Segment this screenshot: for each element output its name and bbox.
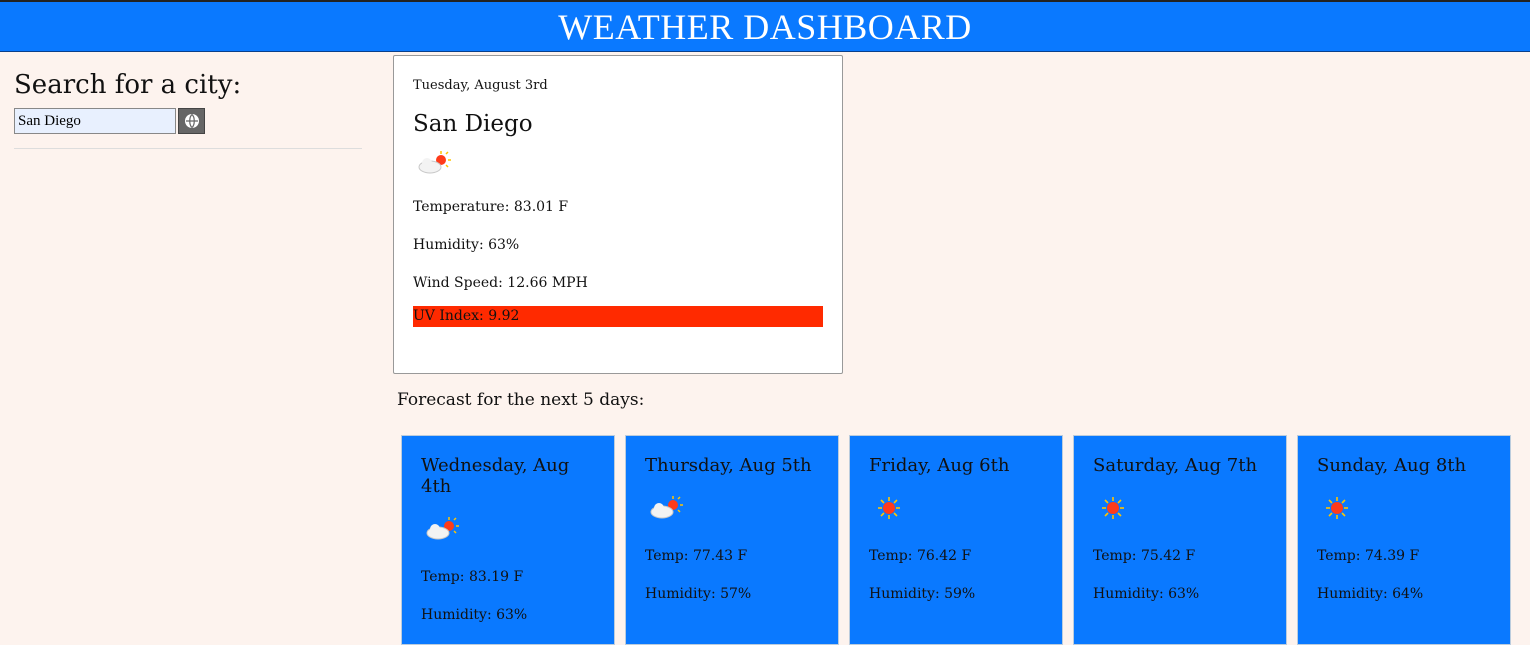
forecast-humidity: Humidity: 64%: [1317, 586, 1424, 602]
forecast-temp: Temp: 77.43 F: [645, 548, 748, 564]
current-city: San Diego: [413, 111, 533, 137]
forecast-day: Sunday, Aug 8th: [1317, 455, 1467, 476]
current-humidity: Humidity: 63%: [413, 237, 520, 253]
forecast-card: Thursday, Aug 5th Temp: 77.43 F Humidity…: [625, 435, 839, 645]
globe-icon: [184, 114, 199, 128]
current-weather-card: Tuesday, August 3rd San Diego Temperatur…: [393, 55, 843, 374]
forecast-humidity: Humidity: 59%: [869, 586, 976, 602]
forecast-humidity: Humidity: 57%: [645, 586, 752, 602]
forecast-temp: Temp: 74.39 F: [1317, 548, 1420, 564]
forecast-temp: Temp: 83.19 F: [421, 569, 524, 585]
forecast-card: Friday, Aug 6th Temp: 76.42 F Humidity: …: [849, 435, 1063, 645]
search-label: Search for a city:: [14, 70, 242, 100]
forecast-title: Forecast for the next 5 days:: [397, 390, 645, 410]
forecast-humidity: Humidity: 63%: [1093, 586, 1200, 602]
search-button[interactable]: [178, 108, 205, 134]
forecast-card: Wednesday, Aug 4th Temp: 83.19 F Humidit…: [401, 435, 615, 645]
sun-icon: [1093, 494, 1267, 522]
uv-index-badge: UV Index: 9.92: [413, 306, 823, 327]
current-date: Tuesday, August 3rd: [413, 78, 548, 93]
forecast-humidity: Humidity: 63%: [421, 607, 528, 623]
forecast-day: Thursday, Aug 5th: [645, 455, 812, 476]
sidebar: Search for a city:: [14, 70, 362, 149]
app-title: WEATHER DASHBOARD: [558, 6, 972, 47]
sun-icon: [869, 494, 1043, 522]
forecast-temp: Temp: 75.42 F: [1093, 548, 1196, 564]
current-temperature: Temperature: 83.01 F: [413, 199, 569, 215]
current-wind-speed: Wind Speed: 12.66 MPH: [413, 275, 588, 291]
forecast-temp: Temp: 76.42 F: [869, 548, 972, 564]
forecast-card: Sunday, Aug 8th Temp: 74.39 F Humidity: …: [1297, 435, 1511, 645]
app-header: WEATHER DASHBOARD: [0, 0, 1530, 52]
partly-cloudy-icon: [645, 494, 819, 522]
partly-cloudy-icon: [421, 515, 595, 543]
sidebar-divider: [14, 148, 362, 149]
partly-cloudy-icon: [413, 149, 823, 177]
forecast-list: Wednesday, Aug 4th Temp: 83.19 F Humidit…: [401, 435, 1511, 645]
forecast-day: Friday, Aug 6th: [869, 455, 1010, 476]
forecast-day: Wednesday, Aug 4th: [421, 455, 570, 497]
sun-icon: [1317, 494, 1491, 522]
forecast-day: Saturday, Aug 7th: [1093, 455, 1258, 476]
search-input[interactable]: [14, 108, 176, 134]
search-row: [14, 108, 362, 134]
forecast-card: Saturday, Aug 7th Temp: 75.42 F Humidity…: [1073, 435, 1287, 645]
